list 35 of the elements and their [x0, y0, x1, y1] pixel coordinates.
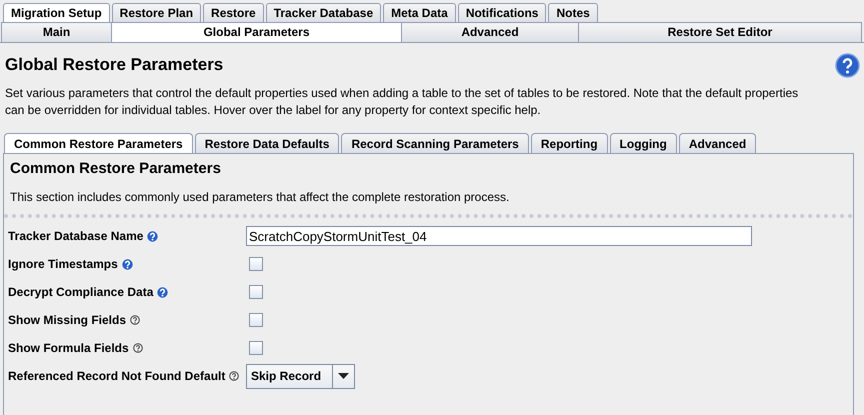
tab[interactable]: Notifications: [458, 3, 546, 22]
tab[interactable]: Tracker Database: [266, 3, 382, 22]
page-title: Global Restore Parameters: [5, 55, 224, 76]
tab[interactable]: Notes: [548, 3, 598, 22]
field-label: Referenced Record Not Found Default: [8, 368, 226, 385]
tab[interactable]: Restore Plan: [112, 3, 202, 22]
checkbox[interactable]: [249, 313, 263, 327]
field-label: Show Missing Fields: [8, 312, 126, 329]
section-description: This section includes commonly used parameters that affect the complete restoration process.: [10, 189, 510, 206]
checkbox[interactable]: [249, 257, 263, 271]
help-icon[interactable]: [835, 53, 860, 78]
tab[interactable]: Migration Setup: [3, 3, 110, 22]
tab[interactable]: Common Restore Parameters: [4, 133, 193, 153]
tab[interactable]: Record Scanning Parameters: [341, 133, 529, 153]
tab[interactable]: Reporting: [530, 133, 608, 153]
caret-icon: [338, 373, 349, 379]
tab[interactable]: Global Parameters: [111, 22, 401, 42]
dropdown[interactable]: Skip Record: [246, 364, 355, 388]
input-field[interactable]: ScratchCopyStormUnitTest_04: [246, 226, 752, 246]
tab[interactable]: Restore Set Editor: [578, 22, 862, 42]
section-title: Common Restore Parameters: [10, 160, 222, 178]
checkbox[interactable]: [249, 341, 263, 355]
checkbox[interactable]: [249, 285, 263, 299]
field-label: Show Formula Fields: [8, 340, 129, 357]
tab[interactable]: Restore Data Defaults: [194, 133, 340, 153]
field-label: Ignore Timestamps: [8, 256, 118, 273]
description-text: Set various parameters that control the default properties used when adding a table to the set of tables to be restored. Note that the default properties can be overridden for individual tables. Hover over the label for any property for context specific help.: [4, 85, 800, 119]
field-label: Tracker Database Name: [8, 228, 144, 245]
tab[interactable]: Restore: [203, 3, 264, 22]
tab[interactable]: Main: [1, 22, 111, 42]
field-label: Decrypt Compliance Data: [8, 284, 154, 301]
tab[interactable]: Advanced: [401, 22, 578, 42]
tab[interactable]: Meta Data: [383, 3, 456, 22]
tab[interactable]: Advanced: [678, 133, 756, 153]
tab[interactable]: Logging: [610, 133, 677, 153]
